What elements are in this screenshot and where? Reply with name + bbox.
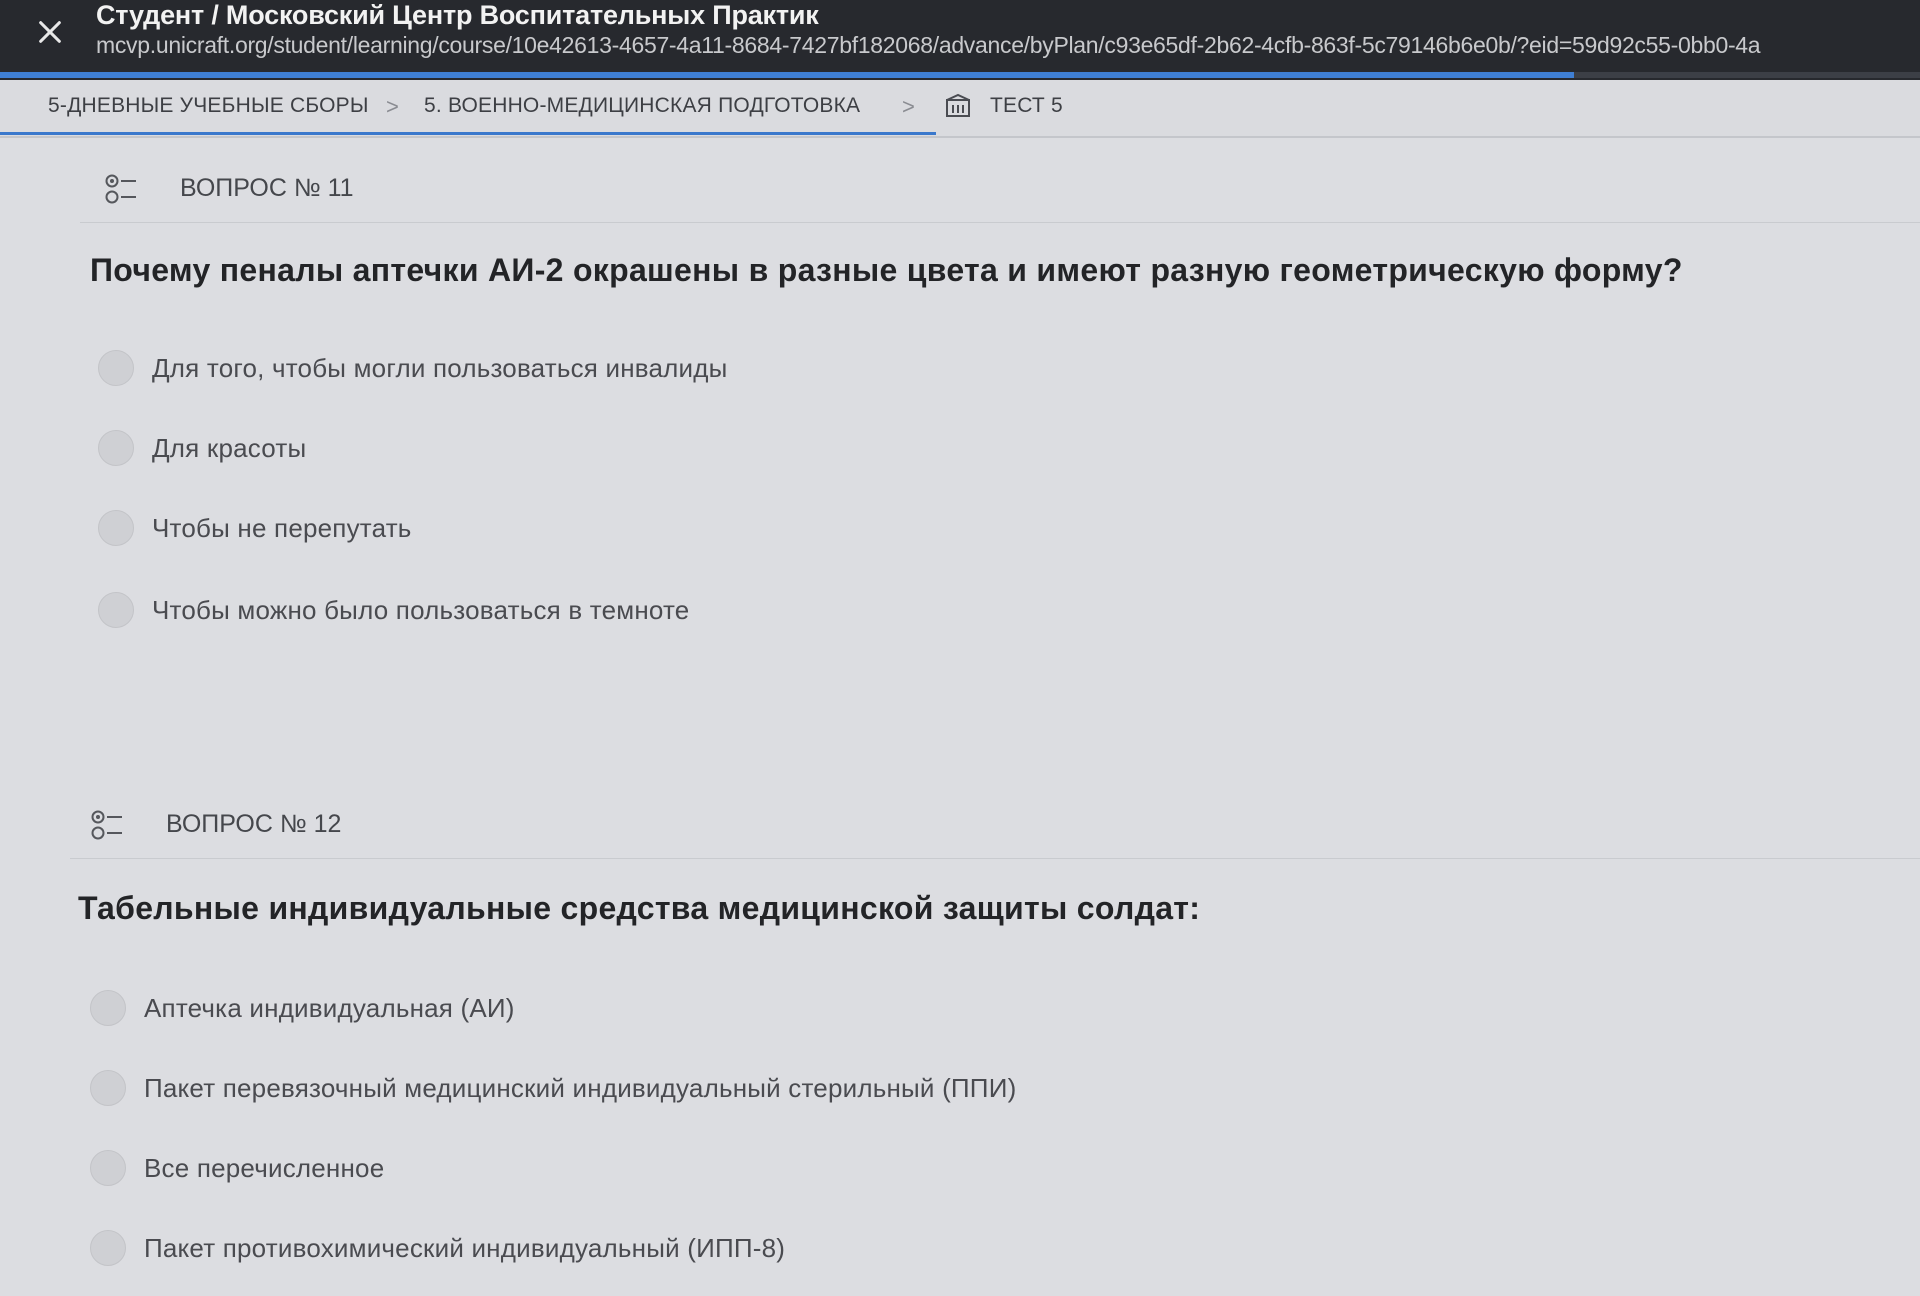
radio-button[interactable] <box>90 1070 126 1106</box>
radio-button[interactable] <box>98 510 134 546</box>
answer-label: Для красоты <box>152 432 307 463</box>
question-number: ВОПРОС № 11 <box>180 174 354 202</box>
breadcrumb-separator: > <box>902 94 915 119</box>
answer-option[interactable]: Пакет перевязочный медицинский индивидуа… <box>90 1066 1016 1110</box>
radio-button[interactable] <box>90 1230 126 1266</box>
course-progress-bar <box>0 72 1920 78</box>
answer-label: Чтобы можно было пользоваться в темноте <box>152 594 690 625</box>
breadcrumb-item-course[interactable]: 5-ДНЕВНЫЕ УЧЕБНЫЕ СБОРЫ <box>48 94 369 118</box>
question-header: ВОПРОС № 12 <box>70 786 1920 859</box>
breadcrumb-item-module[interactable]: 5. ВОЕННО-МЕДИЦИНСКАЯ ПОДГОТОВКА <box>424 94 860 118</box>
answer-option[interactable]: Для того, чтобы могли пользоваться инвал… <box>98 346 728 390</box>
question-number: ВОПРОС № 12 <box>166 810 342 838</box>
close-icon <box>39 21 61 43</box>
answer-label: Чтобы не перепутать <box>152 512 412 543</box>
test-icon <box>946 93 970 117</box>
question-text: Почему пеналы аптечки АИ-2 окрашены в ра… <box>90 252 1683 288</box>
question-header: ВОПРОС № 11 <box>80 150 1920 223</box>
answer-label: Для того, чтобы могли пользоваться инвал… <box>152 352 728 383</box>
answer-option[interactable]: Пакет противохимический индивидуальный (… <box>90 1226 785 1270</box>
answer-label: Все перечисленное <box>144 1152 385 1183</box>
question-text: Табельные индивидуальные средства медици… <box>78 890 1201 926</box>
breadcrumb-separator: > <box>386 94 399 119</box>
breadcrumb-item-test[interactable]: ТЕСТ 5 <box>990 94 1063 118</box>
answer-option[interactable]: Для красоты <box>98 426 306 470</box>
question-11: ВОПРОС № 11 Почему пеналы аптечки АИ-2 о… <box>0 150 1920 628</box>
course-progress-fill <box>0 72 1575 78</box>
window-titlebar: Студент / Московский Центр Воспитательны… <box>0 0 1920 80</box>
radio-button[interactable] <box>98 350 134 386</box>
breadcrumb: 5-ДНЕВНЫЕ УЧЕБНЫЕ СБОРЫ > 5. ВОЕННО-МЕДИ… <box>0 80 1920 138</box>
answer-label: Аптечка индивидуальная (АИ) <box>144 992 515 1023</box>
page-url: mcvp.unicraft.org/student/learning/cours… <box>96 32 1761 58</box>
radio-button[interactable] <box>90 1150 126 1186</box>
window-title: Студент / Московский Центр Воспитательны… <box>96 0 819 30</box>
answer-option[interactable]: Чтобы можно было пользоваться в темноте <box>98 588 689 632</box>
radio-button[interactable] <box>98 592 134 628</box>
answer-label: Пакет перевязочный медицинский индивидуа… <box>144 1072 1017 1103</box>
question-list-icon <box>105 174 136 204</box>
question-list-icon <box>91 810 122 840</box>
radio-button[interactable] <box>90 990 126 1026</box>
radio-button[interactable] <box>98 430 134 466</box>
answer-label: Пакет противохимический индивидуальный (… <box>144 1232 786 1263</box>
question-12: ВОПРОС № 12 Табельные индивидуальные сре… <box>0 786 1920 1266</box>
answer-option[interactable]: Чтобы не перепутать <box>98 506 412 550</box>
answer-option[interactable]: Аптечка индивидуальная (АИ) <box>90 986 515 1030</box>
answer-option[interactable]: Все перечисленное <box>90 1146 384 1190</box>
close-button[interactable] <box>30 12 70 52</box>
breadcrumb-active-underline <box>0 132 936 135</box>
